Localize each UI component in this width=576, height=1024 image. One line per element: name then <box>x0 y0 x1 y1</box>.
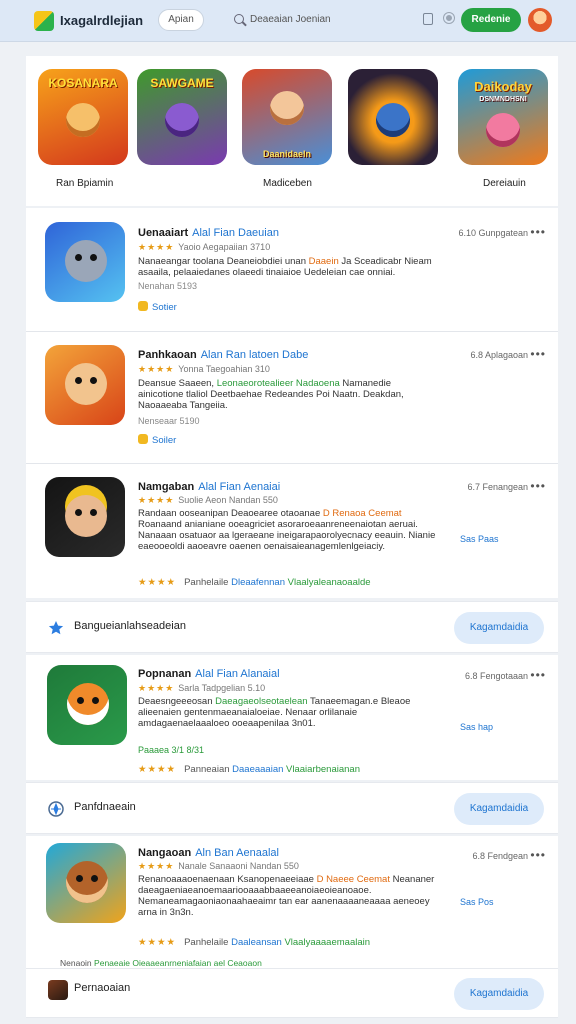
app-icon[interactable] <box>45 477 125 557</box>
get-button[interactable]: Redenie <box>461 8 521 32</box>
character-icon <box>66 103 100 137</box>
featured-tile-2[interactable]: SAWGAME <box>137 69 227 165</box>
app-badge[interactable]: Sotier <box>138 301 177 313</box>
more-options-icon[interactable]: ••• <box>530 347 546 361</box>
featured-tile-subtitle: DSNMNDHSNI <box>479 96 527 103</box>
app-icon[interactable] <box>47 665 127 745</box>
section-header: Panfdnaeain Kagamdaidia <box>26 782 558 834</box>
featured-label[interactable]: Ran Bpiamin <box>56 178 113 189</box>
app-meta: ★★★★ Yonna Taegoahian 310 <box>138 364 270 374</box>
app-tag: Nenseaar 5190 <box>138 416 200 426</box>
section-header: Pernaoaian Kagamdaidia <box>26 968 558 1018</box>
featured-label[interactable]: Dereiauin <box>483 178 526 189</box>
see-more-link[interactable]: Sas Pos <box>460 897 494 907</box>
app-title[interactable]: Nangaoan Aln Ban Aenaalal <box>138 847 279 859</box>
app-title[interactable]: Namgaban Alal Fian Aenaiai <box>138 481 280 493</box>
section-button[interactable]: Kagamdaidia <box>454 612 544 644</box>
app-size: 6.7 Fenangean <box>467 482 528 492</box>
featured-tile-subtitle: Daanidaeln <box>262 149 311 159</box>
section-title: Pernaoaian <box>74 982 131 994</box>
app-meta: ★★★★ Yaoio Aegapaiian 3710 <box>138 242 271 252</box>
featured-label[interactable]: Madiceben <box>263 178 312 189</box>
app-icon[interactable] <box>45 345 125 425</box>
promo-line: Nenaoin Penaeaie Oieaaeanrneniafaian ael… <box>60 958 262 968</box>
featured-tile-3[interactable]: Daanidaeln <box>242 69 332 165</box>
app-meta: ★★★★ Suolie Aeon Nandan 550 <box>138 495 278 505</box>
character-icon <box>65 495 107 537</box>
app-footer: ★★★★ Panhelaile Daaleansan Vlaalyaaaaemaa… <box>138 937 371 948</box>
more-options-icon[interactable]: ••• <box>530 848 546 862</box>
settings-icon[interactable] <box>444 13 454 23</box>
divider <box>26 463 558 464</box>
app-title[interactable]: Panhkaoan Alan Ran latoen Dabe <box>138 349 308 361</box>
featured-tile-title: SAWGAME <box>150 76 214 90</box>
character-icon <box>165 103 199 137</box>
section-button[interactable]: Kagamdaidia <box>454 978 544 1010</box>
app-tag: Paaaea 3/1 8/31 <box>138 745 205 755</box>
featured-tile-title: KOSANARA <box>48 76 118 90</box>
more-options-icon[interactable]: ••• <box>530 668 546 682</box>
search-field[interactable]: Deaeaian Joenian <box>226 9 412 31</box>
app-title[interactable]: Uenaaiart Alal Fian Daeuian <box>138 227 279 239</box>
app-tag: Nenahan 5193 <box>138 281 198 291</box>
app-description: Deaesngeeeosan Daeagaeolseotaelean Tanae… <box>138 696 411 729</box>
section-button[interactable]: Kagamdaidia <box>454 793 544 825</box>
character-icon <box>486 113 520 147</box>
avatar[interactable] <box>528 8 552 32</box>
character-icon <box>67 683 109 725</box>
section-title: Bangueianlahseadeian <box>74 620 186 632</box>
featured-tile-5[interactable]: Daikoday DSNMNDHSNI <box>458 69 548 165</box>
app-description: Renanoaaaoenaenaan Ksanopenaeeiaae D Nae… <box>138 874 435 918</box>
app-badge[interactable]: Soiler <box>138 434 176 446</box>
app-title[interactable]: Popnanan Alal Fian Alanaial <box>138 668 280 680</box>
more-options-icon[interactable]: ••• <box>530 479 546 493</box>
character-icon <box>270 91 304 125</box>
featured-tile-1[interactable]: KOSANARA <box>38 69 128 165</box>
game-icon <box>48 980 68 1000</box>
app-size: 6.8 Fengotaaan <box>464 671 528 681</box>
character-icon <box>66 861 108 903</box>
brand-name[interactable]: Ixagalrdlejian <box>60 13 143 28</box>
see-more-link[interactable]: Sas Paas <box>460 534 499 544</box>
divider <box>26 331 558 332</box>
top-bar: Ixagalrdlejian Apian Deaeaian Joenian Re… <box>0 0 576 42</box>
app-description: Deansue Saaeen, Leonaeorotealieer Nadaoe… <box>138 378 404 411</box>
app-meta: ★★★★ Nanale Sanaaoni Nandan 550 <box>138 861 299 871</box>
search-icon <box>234 14 244 24</box>
see-more-link[interactable]: Sas hap <box>460 722 493 732</box>
bookmark-icon[interactable] <box>423 13 433 25</box>
hand-icon <box>138 434 148 444</box>
app-footer: ★★★★ Panhelaile Dleaafennan Vlaalyaleanao… <box>138 577 371 588</box>
app-size: 6.8 Fendgean <box>472 851 528 861</box>
section-header: Bangueianlahseadeian Kagamdaidia <box>26 601 558 653</box>
featured-tile-4[interactable] <box>348 69 438 165</box>
character-icon <box>376 103 410 137</box>
hand-icon <box>138 301 148 311</box>
app-description: Randaan ooseanipan Deaoearee otaoanae D … <box>138 508 436 552</box>
character-icon <box>65 240 107 282</box>
search-placeholder: Deaeaian Joenian <box>250 14 331 25</box>
tab-apps[interactable]: Apian <box>158 9 204 31</box>
app-size: 6.8 Aplagaoan <box>470 350 528 360</box>
app-meta: ★★★★ Sarla Tadpgelian 5.10 <box>138 683 266 693</box>
more-options-icon[interactable]: ••• <box>530 225 546 239</box>
character-icon <box>65 363 107 405</box>
star-icon <box>48 620 64 636</box>
app-footer: ★★★★ Panneaian Daaeaaaian Vlaaiarbenaiana… <box>138 764 360 775</box>
compass-icon <box>48 801 64 817</box>
app-logo-icon[interactable] <box>34 11 54 31</box>
app-size: 6.10 Gunpgatean <box>458 228 528 238</box>
app-description: Nanaeangar toolana Deaneiobdiei unan Daa… <box>138 256 432 278</box>
app-icon[interactable] <box>45 222 125 302</box>
section-title: Panfdnaeain <box>74 801 136 813</box>
app-icon[interactable] <box>46 843 126 923</box>
featured-tile-title: Daikoday <box>474 79 532 94</box>
